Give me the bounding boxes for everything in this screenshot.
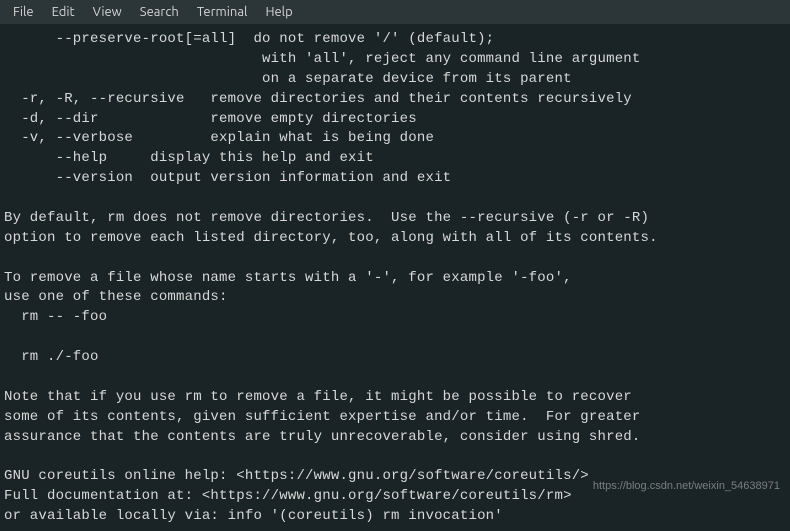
menu-edit[interactable]: Edit xyxy=(43,2,84,22)
watermark-text: https://blog.csdn.net/weixin_54638971 xyxy=(593,480,780,492)
menu-search[interactable]: Search xyxy=(131,2,188,22)
menu-file[interactable]: File xyxy=(4,2,43,22)
menubar: File Edit View Search Terminal Help xyxy=(0,0,790,24)
menu-terminal[interactable]: Terminal xyxy=(188,2,257,22)
menu-view[interactable]: View xyxy=(84,2,131,22)
menu-help[interactable]: Help xyxy=(256,2,301,22)
terminal-output[interactable]: --preserve-root[=all] do not remove '/' … xyxy=(0,24,790,531)
